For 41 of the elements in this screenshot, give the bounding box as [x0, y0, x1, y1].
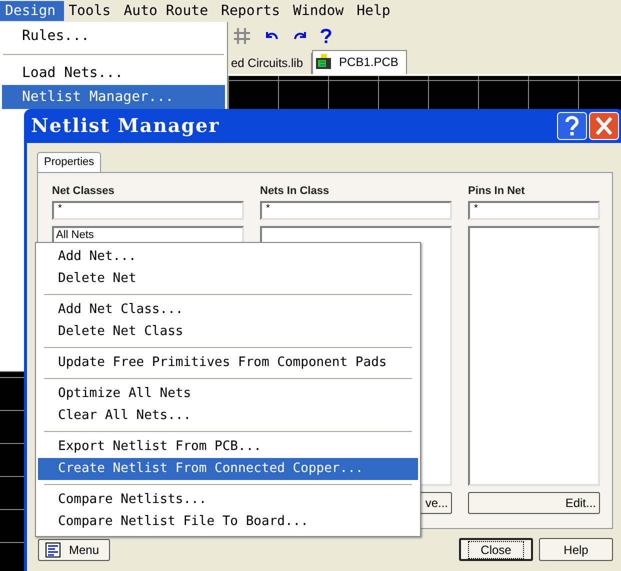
filter-field[interactable]: *	[260, 201, 452, 220]
dialog-button[interactable]: Close	[459, 538, 533, 561]
list-icon	[45, 542, 61, 558]
menu-item[interactable]: Load Nets...	[0, 61, 227, 85]
pcb-icon	[315, 54, 334, 70]
column-heading: Pins In Net	[468, 185, 526, 197]
menu-item[interactable]: Compare Netlist File To Board...	[38, 511, 418, 533]
help-button[interactable]	[557, 112, 587, 140]
menu-item[interactable]: Design	[0, 1, 64, 21]
dialog-button[interactable]: Help	[539, 538, 613, 561]
column-heading: Net Classes	[52, 185, 116, 197]
menu-item[interactable]: Delete Net	[38, 268, 418, 290]
menu-item[interactable]: Compare Netlists...	[38, 489, 418, 511]
list-item[interactable]: All Nets	[56, 229, 94, 241]
menu-item[interactable]: Update Free Primitives From Component Pads	[38, 352, 418, 374]
menu-item[interactable]: Window	[288, 1, 352, 21]
window-title: Netlist Manager	[31, 115, 220, 137]
tab[interactable]: Properties	[37, 152, 102, 172]
menu-item[interactable]: Add Net...	[38, 246, 418, 268]
filter-field[interactable]: *	[468, 201, 600, 220]
list-box[interactable]	[468, 226, 600, 486]
grid-icon[interactable]	[232, 26, 252, 46]
menu-item[interactable]: Rules...	[0, 24, 227, 48]
document-tab[interactable]: PCB1.PCB	[312, 50, 408, 74]
column-heading: Nets In Class	[260, 185, 330, 197]
menu-item[interactable]: Netlist Manager...	[2, 85, 225, 109]
menu-item[interactable]: Optimize All Nets	[38, 383, 418, 405]
menu-item[interactable]: Tools	[64, 1, 119, 21]
menu-item[interactable]: Reports	[216, 1, 288, 21]
menu-item[interactable]: Clear All Nets...	[38, 405, 418, 427]
edit-button[interactable]: Edit...	[468, 492, 600, 514]
menu-button[interactable]: Menu	[38, 538, 110, 560]
menu-item[interactable]: Create Netlist From Connected Copper...	[38, 458, 418, 480]
menu-item[interactable]: Delete Net Class	[38, 321, 418, 343]
filter-field[interactable]: *	[52, 201, 244, 220]
help-icon[interactable]	[320, 28, 332, 44]
close-button[interactable]	[589, 112, 619, 140]
menu-item[interactable]: Help	[352, 1, 398, 21]
menu-item[interactable]: Auto Route	[118, 1, 216, 21]
menu-item[interactable]: Export Netlist From PCB...	[38, 436, 418, 458]
menu-item[interactable]: Add Net Class...	[38, 299, 418, 321]
